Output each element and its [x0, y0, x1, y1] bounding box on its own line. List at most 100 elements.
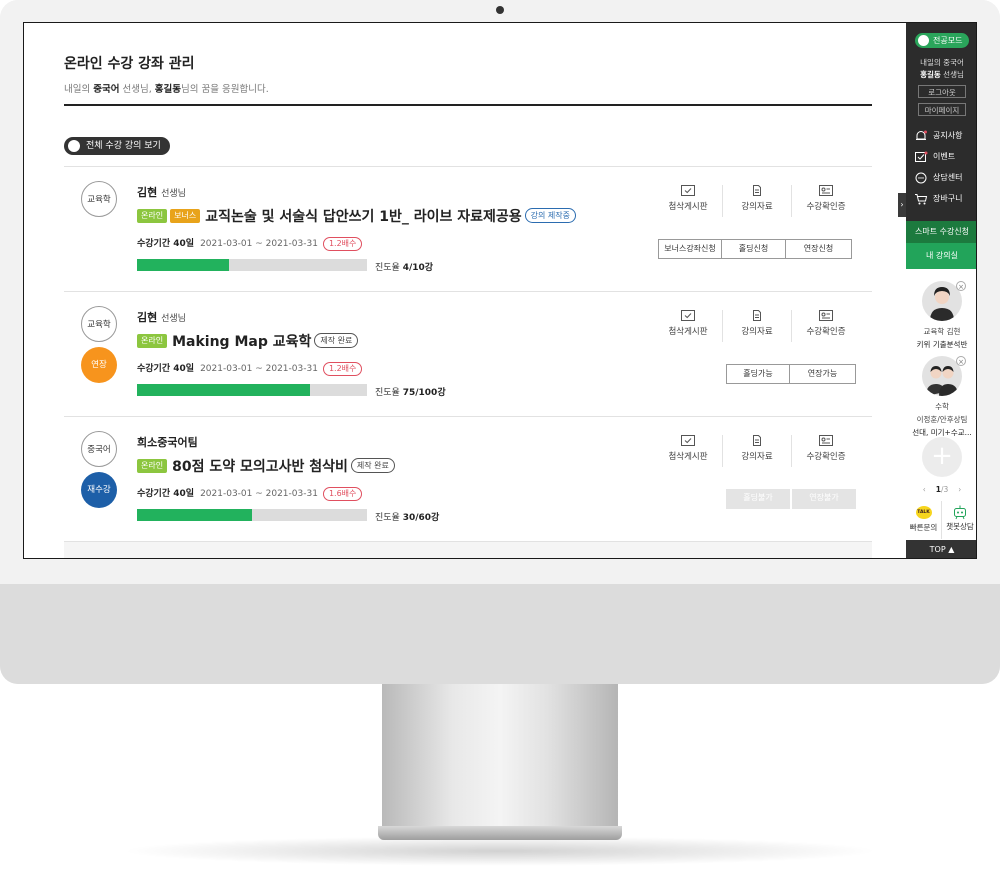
add-teacher-button[interactable]: + — [922, 437, 962, 477]
progress-fill — [137, 259, 229, 271]
teacher-name: 김현 선생님 — [137, 309, 186, 325]
extend-available-button[interactable]: 연장가능 — [790, 364, 856, 384]
teacher-card-line2: 이정훈/안후상팀 — [916, 415, 968, 424]
course-title[interactable]: Making Map 교육학 — [172, 331, 311, 351]
all-courses-toggle[interactable]: 전체 수강 강의 보기 — [64, 137, 170, 155]
title-divider — [64, 104, 872, 106]
teacher-card-line1: 교육학 김현 — [923, 327, 961, 336]
progress-label: 진도율 — [375, 513, 400, 523]
mypage-button[interactable]: 마이페이지 — [918, 103, 966, 116]
chevron-left-icon[interactable]: ‹ — [923, 485, 926, 494]
kakao-talk-icon: TALK — [915, 506, 932, 519]
tag-bonus: 보너스 — [170, 208, 201, 223]
course-period: 수강기간 40일 2021-03-01 ~ 2021-03-31 1.2배수 — [137, 361, 363, 376]
camera-icon — [496, 6, 504, 14]
course-actions: 첨삭게시판 강의자료 수강확인증 — [654, 431, 862, 471]
progress-value: 4/10강 — [402, 263, 434, 273]
mode-label: 전공모드 — [933, 36, 963, 45]
monitor-stand — [382, 684, 618, 826]
scroll-top-button[interactable]: TOP ▲ — [906, 540, 976, 558]
board-label: 첨삭게시판 — [668, 327, 708, 337]
tag-online: 온라인 — [137, 458, 168, 473]
all-courses-label: 전체 수강 강의 보기 — [86, 141, 161, 151]
period-label: 수강기간 40일 — [137, 239, 195, 249]
sidebar-item-notice[interactable]: 공지사항 — [914, 129, 962, 143]
board-button[interactable]: 첨삭게시판 — [654, 181, 722, 221]
sidebar-item-event[interactable]: 이벤트 — [914, 150, 955, 164]
certificate-button[interactable]: 수강확인증 — [792, 306, 860, 346]
teacher-card[interactable]: × 수학 이정훈/안후상팀 선대, 미기+수교... — [906, 356, 976, 438]
certificate-icon — [819, 185, 833, 196]
teacher-card-line1: 수학 — [935, 402, 949, 411]
course-actions: 첨삭게시판 강의자료 수강확인증 — [654, 306, 862, 346]
right-quick-sidebar: 전공모드 내일의 중국어 홍길동 선생님 로그아웃 마이페이지 공지사항 이벤트… — [898, 23, 976, 558]
close-icon[interactable]: × — [956, 281, 966, 291]
course-title-row: 온라인 80점 도약 모의고사반 첨삭비 제작 완료 — [137, 455, 395, 475]
quick-inquiry-label: 빠른문의 — [909, 523, 938, 532]
document-icon — [753, 310, 761, 321]
close-icon[interactable]: × — [956, 356, 966, 366]
smart-apply-button[interactable]: 스마트 수강신청 — [906, 221, 976, 243]
teacher-suffix: 선생님 — [161, 314, 186, 324]
category-badge: 교육학 — [81, 181, 117, 217]
subtitle-prefix: 내일의 — [64, 84, 94, 95]
period-dates: 2021-03-01 ~ 2021-03-31 — [200, 364, 318, 374]
monitor-stand-base — [378, 826, 622, 840]
speed-badge: 1.6배수 — [322, 487, 363, 501]
materials-button[interactable]: 강의자료 — [723, 181, 791, 221]
course-period: 수강기간 40일 2021-03-01 ~ 2021-03-31 1.2배수 — [137, 236, 363, 251]
robot-icon — [954, 505, 966, 520]
certificate-button[interactable]: 수강확인증 — [792, 431, 860, 471]
subtitle-name: 홍길동 — [154, 84, 181, 95]
progress-text: 진도율 75/100강 — [375, 385, 446, 398]
checkbox-icon — [681, 185, 695, 196]
sidebar-item-cart[interactable]: 장바구니 — [914, 192, 962, 206]
teacher-name: 김현 선생님 — [137, 184, 186, 200]
board-button[interactable]: 첨삭게시판 — [654, 306, 722, 346]
teacher-name-text: 김현 — [137, 311, 158, 324]
chatbot-button[interactable]: 챗봇상담 — [942, 501, 976, 539]
extend-apply-button[interactable]: 연장신청 — [786, 239, 852, 259]
chevron-right-icon[interactable]: › — [958, 485, 961, 494]
period-dates: 2021-03-01 ~ 2021-03-31 — [200, 239, 318, 249]
certificate-label: 수강확인증 — [806, 452, 846, 462]
tag-online: 온라인 — [137, 208, 168, 223]
mode-toggle[interactable]: 전공모드 — [915, 33, 969, 48]
holding-available-button[interactable]: 홀딩가능 — [726, 364, 790, 384]
toggle-knob — [918, 35, 929, 46]
checkbox-icon — [681, 435, 695, 446]
holding-apply-button[interactable]: 홀딩신청 — [722, 239, 786, 259]
sidebar-collapse-button[interactable]: › — [898, 193, 906, 217]
board-button[interactable]: 첨삭게시판 — [654, 431, 722, 471]
teacher-card[interactable]: × 교육학 김현 키위 기출분석반 — [906, 281, 976, 350]
certificate-button[interactable]: 수강확인증 — [792, 181, 860, 221]
toggle-knob — [68, 140, 80, 152]
category-badge: 교육학 — [81, 306, 117, 342]
monitor-chin — [0, 584, 1000, 684]
materials-button[interactable]: 강의자료 — [723, 431, 791, 471]
bell-icon — [916, 130, 927, 140]
teacher-suffix: 선생님 — [161, 189, 186, 199]
period-label: 수강기간 40일 — [137, 364, 195, 374]
holding-unavailable-button: 홀딩불가 — [726, 489, 790, 509]
progress-text: 진도율 4/10강 — [375, 260, 433, 273]
course-title[interactable]: 교직논술 및 서술식 답안쓰기 1반_ 라이브 자료제공용 — [205, 206, 521, 226]
sidebar-user-panel: 전공모드 내일의 중국어 홍길동 선생님 로그아웃 마이페이지 공지사항 이벤트… — [906, 23, 976, 221]
stand-shadow — [120, 836, 880, 866]
materials-label: 강의자료 — [741, 452, 773, 462]
cart-icon — [915, 193, 928, 204]
materials-button[interactable]: 강의자료 — [723, 306, 791, 346]
quick-inquiry-button[interactable]: TALK 빠른문의 — [906, 501, 942, 539]
progress-bar — [137, 259, 367, 271]
sidebar-item-counsel[interactable]: 상담센터 — [914, 171, 962, 185]
certificate-label: 수강확인증 — [806, 327, 846, 337]
subtitle-suffix: 님의 꿈을 응원합니다. — [181, 84, 269, 95]
progress-value: 30/60강 — [402, 513, 440, 523]
logout-button[interactable]: 로그아웃 — [918, 85, 966, 98]
bonus-apply-button[interactable]: 보너스강좌신청 — [658, 239, 722, 259]
my-classroom-button[interactable]: 내 강의실 — [906, 243, 976, 269]
course-title[interactable]: 80점 도약 모의고사반 첨삭비 — [172, 456, 348, 476]
pager-total: /3 — [940, 485, 949, 494]
screen: 온라인 수강 강좌 관리 내일의 중국어 선생님, 홍길동님의 꿈을 응원합니다… — [23, 22, 977, 559]
course-title-row: 온라인 보너스 교직논술 및 서술식 답안쓰기 1반_ 라이브 자료제공용 강의 제작… — [137, 205, 576, 225]
